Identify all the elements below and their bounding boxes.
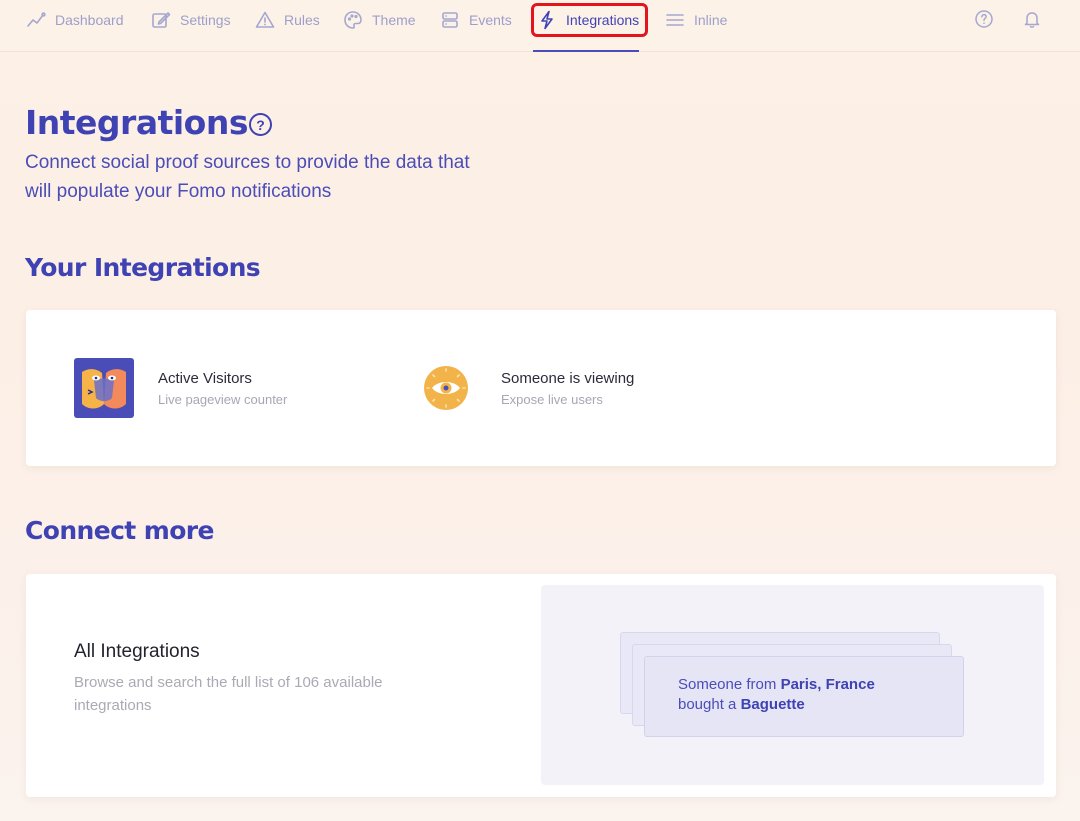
nav-theme[interactable]: Theme: [343, 0, 416, 40]
nav-settings-label: Settings: [180, 12, 231, 28]
title-help-icon[interactable]: ?: [249, 113, 272, 136]
trend-line-icon: [27, 12, 46, 27]
active-tab-highlight: [531, 3, 648, 37]
nav-dashboard-label: Dashboard: [55, 12, 124, 28]
page-subtitle: Connect social proof sources to provide …: [25, 152, 470, 202]
nav-events-label: Events: [469, 12, 512, 28]
notifications-button[interactable]: [1022, 9, 1042, 29]
eye-badge-logo-icon: [424, 366, 468, 410]
nav-rules-label: Rules: [284, 12, 320, 28]
palette-icon: [344, 11, 362, 29]
integration-description: Live pageview counter: [158, 391, 288, 407]
menu-lines-icon: [666, 14, 684, 26]
nav-dashboard[interactable]: Dashboard: [26, 0, 124, 40]
notification-product: Baguette: [740, 696, 805, 713]
notification-preview: Someone from Paris, France bought a Bagu…: [541, 585, 1044, 785]
your-integrations-card: Active Visitors Live pageview counter So…: [26, 310, 1056, 466]
nav-rules[interactable]: Rules: [255, 0, 320, 40]
notification-location: Paris, France: [780, 676, 875, 693]
integration-active-visitors[interactable]: Active Visitors Live pageview counter: [74, 358, 287, 418]
help-circle-icon: [975, 10, 993, 28]
page-title: Integrations: [25, 103, 249, 142]
top-nav: Dashboard Settings Rules Theme Events In…: [0, 0, 1080, 52]
integration-name: Active Visitors: [158, 369, 252, 387]
nav-settings[interactable]: Settings: [151, 0, 231, 40]
server-icon: [442, 12, 458, 28]
notification-action: bought a: [678, 696, 737, 713]
active-tab-underline: [533, 50, 639, 52]
notification-prefix: Someone from: [678, 676, 777, 693]
connect-more-heading: Connect more: [25, 516, 214, 545]
notification-card: Someone from Paris, France bought a Bagu…: [644, 656, 964, 737]
all-integrations-card[interactable]: All Integrations Browse and search the f…: [26, 574, 1056, 797]
edit-icon: [152, 12, 171, 28]
nav-inline[interactable]: Inline: [665, 0, 727, 40]
bell-icon: [1024, 12, 1040, 28]
integration-name: Someone is viewing: [501, 369, 635, 387]
all-integrations-title: All Integrations: [74, 641, 200, 662]
nav-theme-label: Theme: [372, 12, 416, 28]
integration-someone-viewing[interactable]: Someone is viewing Expose live users: [422, 358, 634, 418]
warning-icon: [255, 11, 275, 28]
all-integrations-description: Browse and search the full list of 106 a…: [74, 674, 383, 714]
help-button[interactable]: [974, 9, 994, 29]
integration-description: Expose live users: [501, 391, 603, 407]
notification-text: Someone from Paris, France bought a Bagu…: [678, 675, 875, 715]
nav-inline-label: Inline: [694, 12, 728, 28]
your-integrations-heading: Your Integrations: [25, 253, 261, 282]
active-visitors-logo-icon: [74, 358, 134, 418]
nav-events[interactable]: Events: [440, 0, 512, 40]
